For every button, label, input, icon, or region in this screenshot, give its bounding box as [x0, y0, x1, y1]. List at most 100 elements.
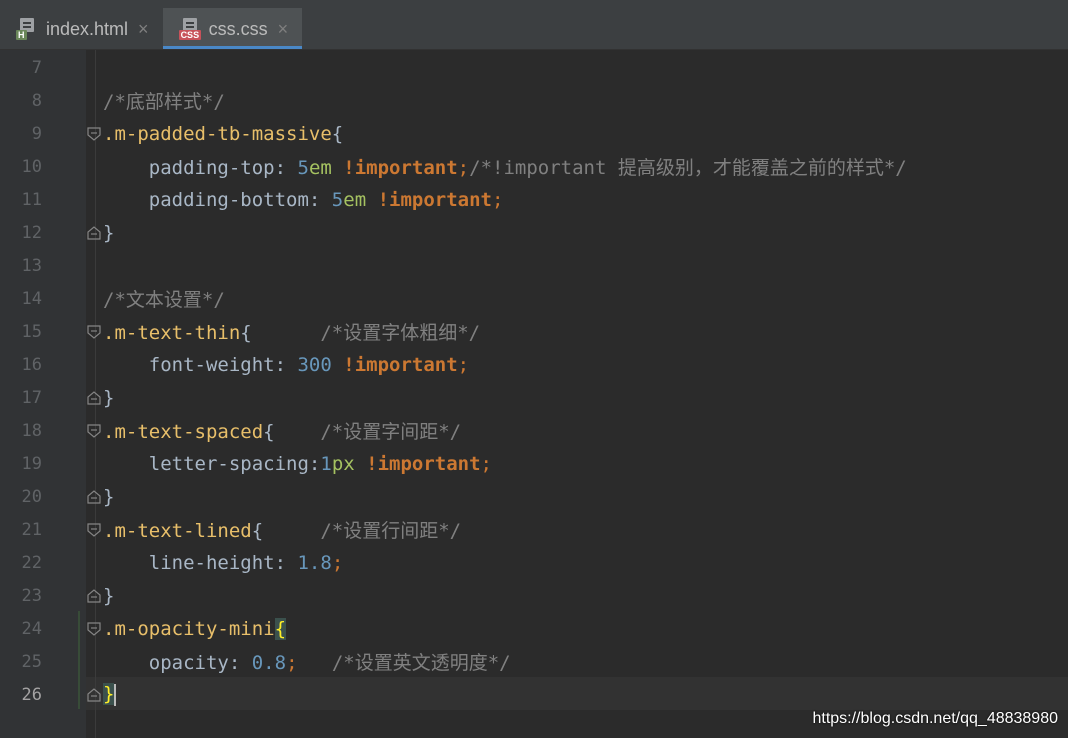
code-token: : — [308, 188, 332, 211]
code-token: !important — [331, 353, 458, 376]
code-line[interactable]: 13 — [0, 249, 1068, 282]
code-token: px — [331, 452, 355, 475]
code-line[interactable]: 24 .m-opacity-mini{ — [0, 612, 1068, 645]
code-token: line-height — [103, 551, 275, 574]
fold-collapse-icon[interactable] — [87, 127, 101, 141]
html-file-icon: H — [16, 18, 38, 40]
code-line[interactable]: 19 letter-spacing:1px !important; — [0, 447, 1068, 480]
fold-end-icon[interactable] — [87, 490, 101, 504]
code-line[interactable]: 23} — [0, 579, 1068, 612]
tab-label: index.html — [46, 18, 129, 39]
code-token: { — [274, 617, 287, 640]
code-token: : — [228, 652, 252, 674]
code-text: letter-spacing:1px !important; — [103, 453, 492, 475]
code-token: 1.8 — [297, 551, 332, 574]
code-token: } — [103, 221, 115, 244]
code-token: padding-top — [103, 157, 275, 179]
code-line[interactable]: 22 line-height: 1.8; — [0, 546, 1068, 579]
code-token: : — [274, 353, 298, 376]
code-line[interactable]: 15 .m-text-thin{ /*设置字体粗细*/ — [0, 315, 1068, 348]
watermark-text: https://blog.csdn.net/qq_48838980 — [812, 710, 1058, 727]
tab-css-css[interactable]: CSS css.css × — [162, 8, 303, 50]
code-line[interactable]: 11 padding-bottom: 5em !important; — [0, 183, 1068, 216]
code-line[interactable]: 25 opacity: 0.8; /*设置英文透明度*/ — [0, 645, 1068, 678]
close-icon[interactable]: × — [138, 19, 149, 40]
code-line[interactable]: 17} — [0, 381, 1068, 414]
code-token: /*文本设置*/ — [103, 289, 225, 311]
code-token: /*设置字间距*/ — [320, 421, 462, 443]
close-icon[interactable]: × — [278, 19, 289, 40]
code-line[interactable]: 20} — [0, 480, 1068, 513]
line-number: 13 — [21, 255, 42, 276]
code-text: opacity: 0.8; /*设置英文透明度*/ — [103, 648, 511, 675]
fold-end-icon[interactable] — [87, 589, 101, 603]
fold-collapse-icon[interactable] — [87, 622, 101, 636]
line-number: 14 — [21, 288, 42, 309]
code-token: em — [308, 157, 332, 179]
code-token: } — [103, 386, 115, 409]
code-line[interactable]: 16 font-weight: 300 !important; — [0, 348, 1068, 381]
fold-collapse-icon[interactable] — [87, 523, 101, 537]
line-number: 22 — [21, 552, 42, 573]
line-number: 15 — [21, 321, 42, 342]
fold-end-icon[interactable] — [87, 226, 101, 240]
code-token: /*底部样式*/ — [103, 91, 225, 113]
code-token: ; — [286, 652, 298, 674]
code-token: /*设置字体粗细*/ — [320, 322, 481, 344]
code-token: : — [308, 452, 321, 475]
text-caret — [114, 683, 117, 706]
code-token: .m-text-thin — [103, 322, 241, 344]
code-token: font-weight — [103, 353, 275, 376]
code-token: opacity — [103, 652, 229, 674]
tab-label: css.css — [208, 18, 268, 39]
code-token: : — [274, 551, 298, 574]
code-token: { — [331, 122, 344, 145]
code-token: ; — [457, 157, 470, 179]
code-line[interactable]: 26} — [0, 678, 1068, 711]
code-text: } — [103, 387, 114, 409]
code-token: { — [251, 520, 321, 542]
code-token: /*设置英文透明度*/ — [331, 652, 511, 674]
code-token: .m-padded-tb-massive — [103, 122, 332, 145]
css-file-icon: CSS — [178, 18, 202, 40]
code-text: .m-text-spaced{ /*设置字间距*/ — [103, 417, 461, 444]
line-number: 11 — [21, 189, 42, 210]
code-text: } — [103, 222, 114, 244]
code-text: } — [103, 486, 114, 508]
code-token: } — [103, 683, 115, 706]
fold-collapse-icon[interactable] — [87, 325, 101, 339]
code-line[interactable]: 12} — [0, 216, 1068, 249]
tab-index-html[interactable]: H index.html × — [0, 8, 163, 50]
code-token: ; — [457, 353, 470, 376]
code-token: : — [274, 157, 298, 179]
fold-end-icon[interactable] — [87, 391, 101, 405]
code-editor[interactable]: 7 8/*底部样式*/9 .m-padded-tb-massive{10 paddi… — [0, 50, 1068, 738]
code-line[interactable]: 21 .m-text-lined{ /*设置行间距*/ — [0, 513, 1068, 546]
code-line[interactable]: 7 — [0, 51, 1068, 84]
code-token: 300 — [297, 353, 332, 376]
code-token: !important — [354, 452, 481, 475]
code-text: padding-top: 5em !important;/*!important… — [103, 153, 907, 180]
code-token: } — [103, 584, 115, 607]
code-token: .m-text-lined — [103, 520, 252, 542]
line-number: 9 — [31, 123, 42, 144]
code-line[interactable]: 10 padding-top: 5em !important;/*!import… — [0, 150, 1068, 183]
line-number: 17 — [21, 387, 42, 408]
fold-collapse-icon[interactable] — [87, 424, 101, 438]
code-line[interactable]: 8 /*底部样式*/ — [0, 84, 1068, 117]
code-text: padding-bottom: 5em !important; — [103, 188, 504, 211]
line-number: 7 — [31, 57, 42, 78]
code-token: } — [103, 485, 115, 508]
code-token: ; — [331, 551, 344, 574]
code-text: /*文本设置*/ — [103, 285, 225, 312]
code-text: .m-text-lined{ /*设置行间距*/ — [103, 516, 461, 543]
code-line[interactable]: 14 /*文本设置*/ — [0, 282, 1068, 315]
code-text: /*底部样式*/ — [103, 87, 225, 114]
line-number: 19 — [21, 453, 42, 474]
code-line[interactable]: 9 .m-padded-tb-massive{ — [0, 117, 1068, 150]
code-text: } — [103, 683, 117, 706]
code-token: { — [263, 421, 321, 443]
code-line[interactable]: 18 .m-text-spaced{ /*设置字间距*/ — [0, 414, 1068, 447]
fold-end-icon[interactable] — [87, 688, 101, 702]
